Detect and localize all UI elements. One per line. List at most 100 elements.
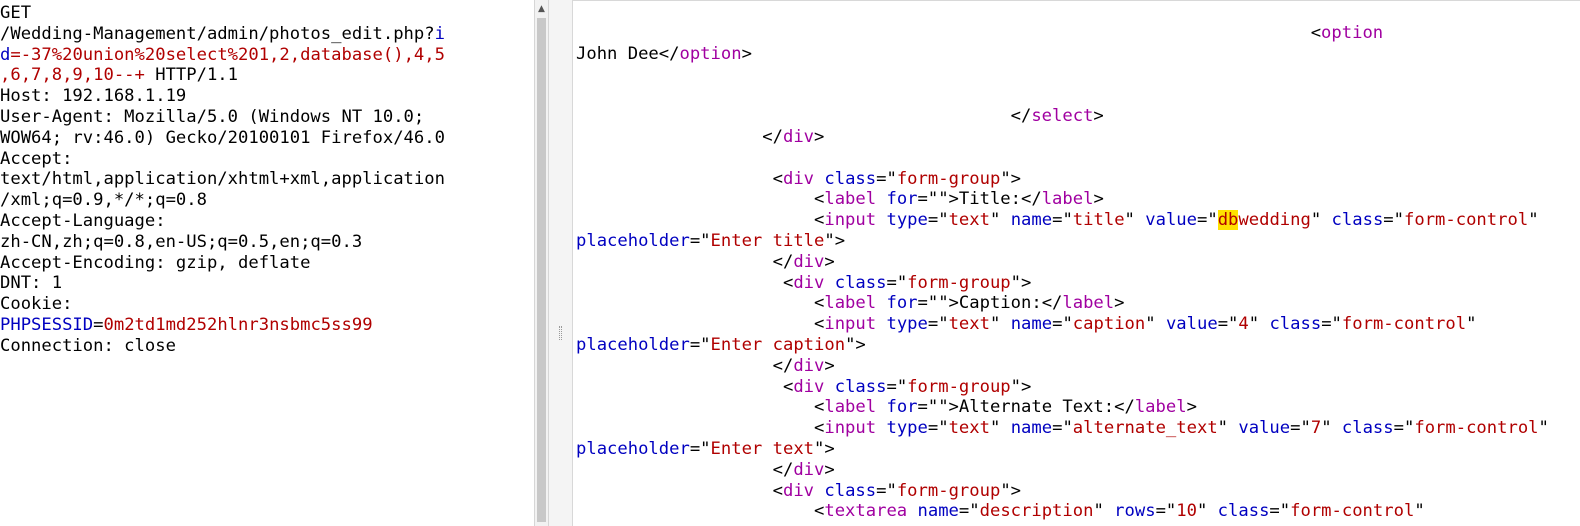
code-token: placeholder bbox=[576, 438, 690, 459]
code-token: =" bbox=[876, 168, 897, 189]
code-token: =" bbox=[1269, 501, 1291, 522]
request-pane[interactable]: GET/Wedding-Management/admin/photos_edit… bbox=[0, 0, 534, 526]
code-token: alternate_text bbox=[1072, 418, 1218, 439]
request-line: /Wedding-Management/admin/photos_edit.ph… bbox=[0, 24, 445, 45]
response-pane[interactable]: <optionJohn Dee</option>​​ </select> </d… bbox=[573, 0, 1580, 526]
code-token: label bbox=[824, 189, 877, 210]
request-line: /xml;q=0.9,*/*;q=0.8 bbox=[0, 190, 445, 211]
request-line: ,6,7,8,9,10--+ HTTP/1.1 bbox=[0, 65, 445, 86]
code-token: input bbox=[824, 210, 877, 231]
code-token: placeholder bbox=[576, 334, 690, 355]
scrollbar-thumb[interactable] bbox=[537, 18, 546, 522]
split-divider[interactable] bbox=[549, 0, 573, 526]
code-token: DNT: 1 bbox=[0, 273, 63, 294]
code-token: Enter text bbox=[710, 438, 815, 459]
response-line: <input type="text" name="alternate_text"… bbox=[576, 418, 1549, 439]
code-token: < bbox=[576, 210, 825, 231]
code-token: =" bbox=[1197, 210, 1218, 231]
request-line: DNT: 1 bbox=[0, 273, 445, 294]
code-token: "> bbox=[824, 230, 846, 251]
divider-grip-icon[interactable] bbox=[559, 326, 562, 340]
code-token: =" bbox=[958, 501, 980, 522]
response-line: ​ bbox=[576, 85, 1549, 106]
code-token: Connection: close bbox=[0, 335, 176, 356]
code-token: 0m2td1md252hlnr3nsbmc5ss99 bbox=[103, 314, 373, 335]
code-token: "> bbox=[1010, 272, 1032, 293]
request-scrollbar[interactable]: ▲ bbox=[534, 0, 549, 526]
code-token: " bbox=[989, 210, 1011, 231]
code-token: class bbox=[1217, 501, 1270, 522]
request-line: Accept: bbox=[0, 149, 445, 170]
code-token: "> bbox=[1000, 480, 1022, 501]
code-token: label bbox=[824, 293, 877, 314]
code-token: label bbox=[1062, 293, 1115, 314]
code-token: < bbox=[576, 272, 794, 293]
code-token: " bbox=[1145, 314, 1166, 335]
code-token: form-group bbox=[896, 168, 1001, 189]
code-token: =" bbox=[876, 480, 897, 501]
code-token: </ bbox=[576, 251, 794, 272]
request-line: zh-CN,zh;q=0.8,en-US;q=0.5,en;q=0.3 bbox=[0, 232, 445, 253]
code-token: label bbox=[824, 397, 877, 418]
code-token: select bbox=[1031, 106, 1094, 127]
code-token: < bbox=[576, 23, 1322, 43]
code-token: " bbox=[989, 314, 1011, 335]
code-token: class bbox=[834, 272, 887, 293]
code-token: User-Agent: Mozilla/5.0 (Windows NT 10.0… bbox=[0, 106, 425, 127]
request-line: Accept-Encoding: gzip, deflate bbox=[0, 253, 445, 274]
code-token: < bbox=[576, 501, 825, 522]
code-token: db bbox=[1217, 210, 1239, 231]
request-editor[interactable]: GET/Wedding-Management/admin/photos_edit… bbox=[0, 3, 445, 357]
code-token: div bbox=[793, 459, 825, 480]
code-token: Enter title bbox=[710, 230, 825, 251]
request-line: WOW64; rv:46.0) Gecko/20100101 Firefox/4… bbox=[0, 128, 445, 149]
response-line: <div class="form-group"> bbox=[576, 377, 1549, 398]
response-line: <div class="form-group"> bbox=[576, 169, 1549, 190]
request-line: text/html,application/xhtml+xml,applicat… bbox=[0, 169, 445, 190]
code-token: < bbox=[576, 397, 825, 418]
code-token: div bbox=[793, 251, 825, 272]
code-token: " bbox=[1310, 210, 1332, 231]
response-line: placeholder="Enter text"> bbox=[576, 439, 1549, 460]
code-token: i bbox=[434, 23, 445, 44]
code-token: John Dee</ bbox=[576, 43, 680, 64]
code-token: /xml;q=0.9,*/*;q=0.8 bbox=[0, 190, 207, 211]
code-token: "> bbox=[1000, 168, 1022, 189]
code-token: class bbox=[1341, 418, 1394, 439]
code-token: < bbox=[576, 293, 825, 314]
code-token: > bbox=[824, 251, 835, 272]
code-token: Cookie: bbox=[0, 294, 73, 315]
code-token: type bbox=[886, 314, 928, 335]
code-token: =" bbox=[927, 210, 949, 231]
request-line: Cookie: bbox=[0, 294, 445, 315]
request-line: User-Agent: Mozilla/5.0 (Windows NT 10.0… bbox=[0, 107, 445, 128]
code-token: " bbox=[1538, 418, 1549, 439]
response-line: <textarea name="description" rows="10" c… bbox=[576, 501, 1549, 522]
code-token: " bbox=[989, 418, 1011, 439]
code-token: form-control bbox=[1341, 314, 1467, 335]
code-token: form-control bbox=[1404, 210, 1529, 231]
response-viewer[interactable]: <optionJohn Dee</option>​​ </select> </d… bbox=[576, 23, 1549, 522]
code-token: div bbox=[793, 355, 825, 376]
code-token: title bbox=[1072, 210, 1125, 231]
response-line: placeholder="Enter title"> bbox=[576, 231, 1549, 252]
code-token: Accept-Language: bbox=[0, 210, 166, 231]
response-line: placeholder="Enter caption"> bbox=[576, 335, 1549, 356]
code-token: < bbox=[576, 189, 825, 210]
code-token: Accept-Encoding: gzip, deflate bbox=[0, 252, 311, 273]
scroll-up-arrow-icon[interactable]: ▲ bbox=[535, 2, 548, 16]
code-token: =" bbox=[689, 230, 711, 251]
response-line: ​ bbox=[576, 148, 1549, 169]
code-token: class bbox=[1331, 210, 1384, 231]
code-token: ="">Title:</ bbox=[917, 189, 1042, 210]
code-token: " bbox=[1466, 314, 1477, 335]
code-token: input bbox=[824, 418, 877, 439]
request-line: GET bbox=[0, 3, 445, 24]
code-token: "> bbox=[845, 334, 866, 355]
code-token: </ bbox=[576, 126, 783, 147]
code-token: WOW64; rv:46.0) Gecko/20100101 Firefox/4… bbox=[0, 127, 445, 148]
